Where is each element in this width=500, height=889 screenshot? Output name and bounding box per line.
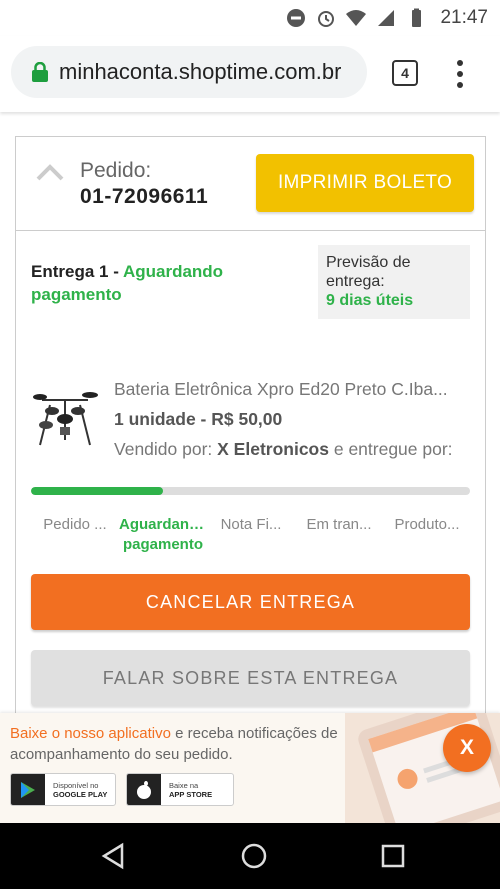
delivery-forecast: Previsão de entrega: 9 dias úteis: [318, 245, 470, 319]
product-quantity-price: 1 unidade - R$ 50,00: [114, 409, 283, 429]
seller-suffix: e entregue por:: [328, 439, 453, 459]
browser-menu-button[interactable]: [452, 58, 468, 90]
lock-icon: [32, 62, 48, 82]
product-name[interactable]: Bateria Eletrônica Xpro Ed20 Preto C.Iba…: [114, 379, 470, 400]
chevron-up-icon[interactable]: [36, 163, 64, 181]
delivery-steps: Pedido ... Aguardando pagamento Nota Fi.…: [31, 515, 475, 555]
delivery-number: Entrega 1 -: [31, 262, 123, 281]
signal-icon: [378, 10, 395, 26]
url-text: minhaconta.shoptime.com.br: [59, 59, 342, 84]
talk-about-delivery-button[interactable]: FALAR SOBRE ESTA ENTREGA: [31, 650, 470, 706]
android-nav-bar: [0, 823, 500, 889]
battery-icon: [412, 8, 422, 27]
step-in-transit: Em tran...: [306, 516, 372, 533]
apple-icon: [127, 774, 161, 805]
order-card: Pedido: 01-72096611 IMPRIMIR BOLETO Entr…: [15, 136, 486, 736]
print-boleto-button[interactable]: IMPRIMIR BOLETO: [256, 154, 474, 212]
product-image[interactable]: [30, 385, 100, 447]
app-download-banner: Baixe o nosso aplicativo e receba notifi…: [0, 713, 500, 823]
cancel-delivery-button[interactable]: CANCELAR ENTREGA: [31, 574, 470, 630]
tab-switcher-button[interactable]: 4: [392, 60, 418, 86]
google-play-button[interactable]: Disponível no GOOGLE PLAY: [10, 773, 116, 806]
menu-dot-icon: [457, 82, 463, 88]
back-icon[interactable]: [98, 841, 128, 871]
seller-name: X Eletronicos: [217, 439, 329, 459]
delivery-title: Entrega 1 - Aguardando pagamento: [31, 260, 261, 306]
app-store-button[interactable]: Baixe na APP STORE: [126, 773, 234, 806]
forecast-value: 9 dias úteis: [326, 292, 414, 309]
menu-dot-icon: [457, 71, 463, 77]
order-header: Pedido: 01-72096611 IMPRIMIR BOLETO: [16, 137, 485, 231]
google-play-icon: [11, 774, 45, 805]
menu-dot-icon: [457, 60, 463, 66]
do-not-disturb-icon: [287, 9, 306, 27]
delivery-progress-bar: [31, 487, 470, 495]
wifi-icon: [346, 10, 367, 26]
seller-prefix: Vendido por:: [114, 439, 218, 459]
step-delivered: Produto...: [394, 516, 460, 533]
home-icon[interactable]: [239, 841, 269, 871]
alarm-icon: [318, 11, 335, 27]
google-play-text: Disponível no GOOGLE PLAY: [53, 780, 108, 799]
order-number: 01-72096611: [80, 185, 209, 208]
recents-icon[interactable]: [378, 841, 408, 871]
clock: 21:47: [440, 7, 488, 28]
banner-text: Baixe o nosso aplicativo e receba notifi…: [10, 723, 355, 765]
close-banner-button[interactable]: X: [443, 724, 491, 772]
address-bar[interactable]: minhaconta.shoptime.com.br: [11, 46, 367, 98]
step-order: Pedido ...: [43, 516, 107, 533]
step-invoice: Nota Fi...: [220, 516, 282, 533]
progress-fill: [31, 487, 163, 495]
forecast-label: Previsão de entrega:: [326, 254, 411, 290]
status-bar: 21:47: [0, 0, 500, 36]
banner-highlight: Baixe o nosso aplicativo: [10, 725, 171, 742]
order-label: Pedido:: [80, 159, 152, 182]
product-seller: Vendido por: X Eletronicos e entregue po…: [114, 439, 470, 460]
step-awaiting-payment: Aguardando pagamento: [119, 516, 207, 553]
browser-toolbar: minhaconta.shoptime.com.br 4: [0, 36, 500, 112]
app-store-text: Baixe na APP STORE: [169, 780, 213, 799]
